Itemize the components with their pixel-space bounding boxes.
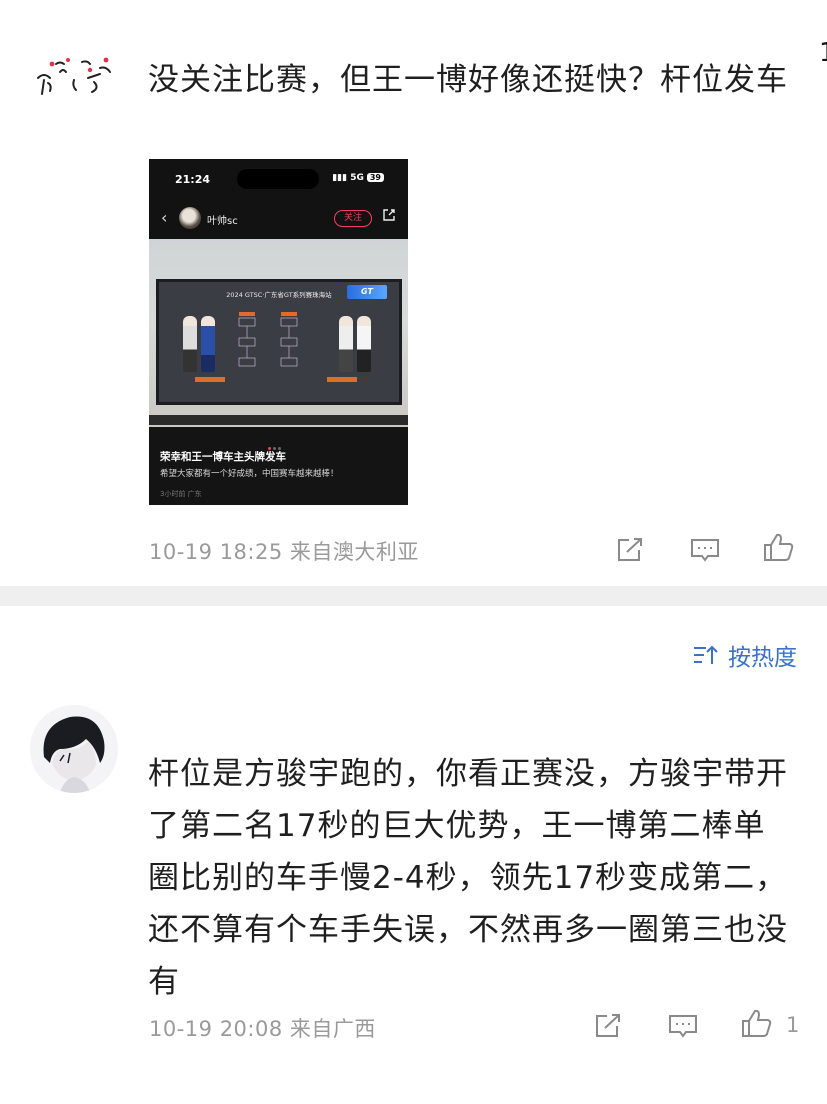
driver-figure — [339, 316, 353, 372]
grid-display-board: 2024 GTSC·广东省GT系列赛珠海站 GT — [156, 279, 402, 405]
driver-nameplate — [195, 377, 225, 382]
back-arrow-icon: ‹ — [161, 208, 168, 227]
like-icon[interactable] — [740, 1007, 774, 1039]
network-type: 5G — [350, 173, 364, 183]
phone-nav-bar: ‹ 叶帅sc 关注 — [149, 203, 408, 233]
doodle-avatar[interactable] — [30, 50, 116, 110]
user-avatar — [179, 207, 201, 229]
sort-by-hot-button[interactable]: 按热度 — [692, 638, 797, 672]
starting-grid-diagram — [238, 312, 298, 367]
caption-title: 荣幸和王一博车主头牌发车 — [160, 451, 286, 463]
sort-label: 按热度 — [728, 645, 797, 671]
caption-description: 希望大家都有一个好成绩，中国赛车越来越棒！ — [160, 469, 339, 479]
caption-meta: 3小时前 广东 — [160, 490, 202, 498]
post-location: 来自澳大利亚 — [289, 540, 419, 564]
battery-icon: 39 — [366, 173, 384, 182]
section-separator — [0, 586, 827, 606]
edge-mark: 1 — [819, 40, 827, 66]
post-text: 没关注比赛，但王一博好像还挺快？杆位发车 — [148, 62, 788, 98]
username: 叶帅sc — [207, 216, 238, 227]
comment-page: 没关注比赛，但王一博好像还挺快？杆位发车 1 21:24 ▮▮▮ 5G39 ‹ … — [0, 0, 827, 1104]
reply-timestamp: 10-19 20:08 — [149, 1017, 283, 1041]
signal-icon: ▮▮▮ — [332, 173, 351, 183]
reply-location: 来自广西 — [289, 1017, 376, 1041]
driver-figure — [183, 316, 197, 372]
comment-icon[interactable] — [666, 1010, 700, 1042]
commenter-avatar[interactable] — [30, 705, 118, 793]
post-caption: 荣幸和王一博车主头牌发车 希望大家都有一个好成绩，中国赛车越来越棒！ 3小时前 … — [149, 427, 408, 505]
share-icon[interactable] — [592, 1010, 626, 1042]
sort-icon — [694, 645, 718, 664]
dynamic-island — [237, 169, 319, 189]
like-icon[interactable] — [762, 531, 796, 563]
share-icon[interactable] — [614, 534, 648, 566]
comment-icon[interactable] — [688, 534, 722, 566]
network-indicator: ▮▮▮ 5G 39 — [332, 173, 384, 183]
post-meta: 10-19 18:25 来自澳大利亚 — [149, 536, 419, 566]
gt-logo: GT — [347, 285, 387, 299]
follow-button: 关注 — [334, 210, 372, 227]
embedded-screenshot-image[interactable]: 21:24 ▮▮▮ 5G 39 ‹ 叶帅sc 关注 2024 GTSC·广东省GT… — [149, 159, 408, 505]
driver-figure — [201, 316, 215, 372]
reply-meta: 10-19 20:08 来自广西 — [149, 1013, 376, 1043]
share-icon — [383, 209, 395, 221]
like-count: 1 — [786, 1013, 800, 1037]
driver-figure — [357, 316, 371, 372]
status-time: 21:24 — [175, 173, 211, 186]
phone-status-bar: 21:24 ▮▮▮ 5G 39 — [149, 169, 408, 189]
post-timestamp: 10-19 18:25 — [149, 540, 283, 564]
wall-shadow — [149, 415, 408, 425]
reply-text: 杆位是方骏宇跑的，你看正赛没，方骏宇带开了第二名17秒的巨大优势，王一博第二棒单… — [148, 756, 788, 1000]
driver-nameplate — [327, 377, 357, 382]
